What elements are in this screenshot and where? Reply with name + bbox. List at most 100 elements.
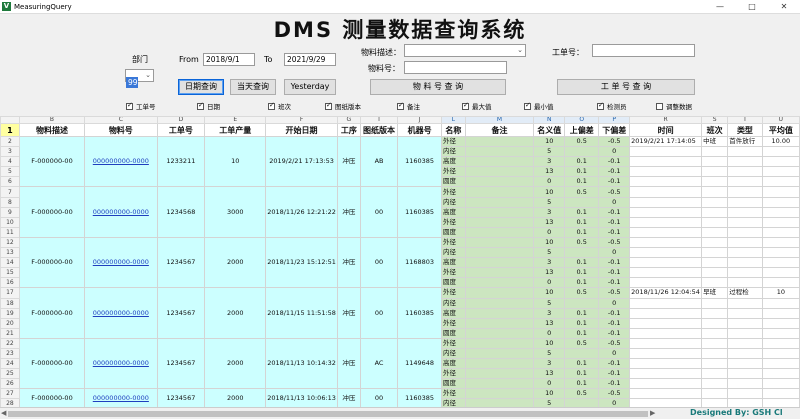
cell-avg (761, 358, 800, 370)
cell-type (727, 146, 763, 158)
cell-shift (701, 156, 729, 168)
cell-upper: 0.1 (564, 327, 600, 339)
scroll-right-icon[interactable]: ▶ (650, 409, 655, 417)
cell-remark (464, 247, 535, 259)
checkbox-inspector[interactable]: 检测员 (597, 101, 627, 111)
cell-nominal: 10 (533, 186, 566, 198)
to-date-input[interactable]: 2021/9/29 (284, 53, 336, 66)
cell-avg (761, 176, 800, 188)
checkbox-min[interactable]: 最小值 (524, 101, 554, 111)
cell-name: 内径 (440, 398, 466, 407)
cell-name: 高度 (440, 257, 466, 269)
cell-remark (464, 317, 535, 329)
cell-shift (701, 146, 729, 158)
cell-version: 00 (359, 236, 399, 289)
dept-select[interactable]: 99 ⌄ (125, 69, 154, 88)
cell-type (727, 368, 763, 380)
checkbox-drawing-version[interactable]: 图纸版本 (325, 101, 361, 111)
cell-name: 内径 (440, 196, 466, 208)
material-no-input[interactable] (404, 61, 507, 74)
cell-qty: 2000 (204, 236, 267, 289)
cell-material[interactable]: 000000000-0000 (84, 337, 158, 390)
scrollbar-thumb[interactable] (8, 411, 648, 417)
from-date-input[interactable]: 2018/9/1 (203, 53, 255, 66)
cell-order: 1233211 (156, 135, 206, 188)
cell-nominal: 3 (533, 257, 566, 269)
maximize-button[interactable]: □ (736, 2, 768, 11)
today-query-button[interactable]: 当天查询 (230, 79, 276, 95)
cell-avg (761, 277, 800, 289)
table-row[interactable]: 22 F-000000-00 000000000-0000 1234567 2000 20… (0, 337, 800, 390)
checkbox-date[interactable]: 日期 (197, 101, 220, 111)
cell-nominal: 10 (533, 135, 566, 148)
checkbox-label: 班次 (278, 103, 291, 111)
checkbox-max[interactable]: 最大值 (462, 101, 492, 111)
close-button[interactable]: ✕ (768, 2, 800, 11)
minimize-button[interactable]: — (704, 2, 736, 11)
column-letter: E (204, 116, 267, 124)
dept-label: 部门 (132, 55, 148, 64)
cell-upper: 0.1 (564, 277, 600, 289)
cell-name: 高度 (440, 307, 466, 319)
cell-time (629, 378, 703, 390)
table-row[interactable]: 17 F-000000-00 000000000-0000 1234567 2000 20… (0, 287, 800, 339)
material-desc-select[interactable]: ⌄ (404, 44, 526, 57)
checkbox-work-order[interactable]: 工单号 (126, 101, 156, 111)
cell-type (727, 297, 763, 309)
cell-remark (464, 186, 535, 198)
dept-value: 99 (126, 77, 138, 88)
row-number: 21 (0, 327, 20, 339)
cell-upper (564, 247, 600, 259)
cell-remark (464, 398, 535, 407)
cell-material[interactable]: 000000000-0000 (84, 135, 158, 188)
column-letter: P (598, 116, 631, 124)
data-grid[interactable]: B C D E F G I J L M N O P R S T U 1 物料描述 物料号 工单号 工单产量 开始日期 工序 图纸… (0, 116, 800, 407)
cell-upper: 0.5 (564, 337, 600, 349)
cell-remark (464, 206, 535, 218)
cell-shift (701, 378, 729, 390)
checkbox-adjust-data[interactable]: 调整数据 (656, 101, 692, 111)
cell-material[interactable]: 000000000-0000 (84, 186, 158, 238)
checkbox-remark[interactable]: 备注 (397, 101, 420, 111)
cell-start: 2018/11/13 10:14:32 (265, 337, 338, 390)
row-number: 3 (0, 146, 20, 158)
cell-type (727, 176, 763, 188)
cell-nominal: 5 (533, 247, 566, 259)
table-row[interactable]: 2 F-000000-00 000000000-0000 1233211 10 2019/… (0, 135, 800, 188)
column-header: 上偏差 (564, 123, 600, 137)
checkbox-shift[interactable]: 班次 (268, 101, 291, 111)
work-order-query-button[interactable]: 工 单 号 查 询 (557, 79, 695, 95)
cell-start: 2018/11/13 10:06:13 (265, 388, 338, 407)
table-row[interactable]: 7 F-000000-00 000000000-0000 1234568 3000 201… (0, 186, 800, 238)
cell-material[interactable]: 000000000-0000 (84, 236, 158, 289)
table-row[interactable]: 12 F-000000-00 000000000-0000 1234567 2000 20… (0, 236, 800, 289)
yesterday-button[interactable]: Yesterday (284, 79, 336, 95)
material-query-button[interactable]: 物 料 号 查 询 (370, 79, 506, 95)
cell-material[interactable]: 000000000-0000 (84, 388, 158, 407)
cell-nominal: 5 (533, 297, 566, 309)
horizontal-scrollbar[interactable]: ◀ ▶ Designed By: GSH Cl (0, 407, 800, 419)
work-order-input[interactable] (592, 44, 695, 57)
row-number: 2 (0, 135, 20, 148)
row-number: 28 (0, 398, 20, 407)
cell-time (629, 236, 703, 249)
table-row[interactable]: 27 F-000000-00 000000000-0000 1234567 2000 20… (0, 388, 800, 407)
cell-type (727, 226, 763, 238)
date-query-button[interactable]: 日期查询 (178, 79, 224, 95)
cell-type (727, 267, 763, 279)
checkbox-label: 日期 (207, 103, 220, 111)
scroll-left-icon[interactable]: ◀ (1, 409, 6, 417)
cell-time (629, 347, 703, 360)
cell-shift: 中班 (701, 135, 729, 148)
row-number: 12 (0, 236, 20, 249)
cell-upper: 0.1 (564, 206, 600, 218)
cell-time (629, 206, 703, 218)
cell-machine: 1160385 (397, 135, 442, 188)
cell-lower: -0.5 (598, 186, 631, 198)
cell-shift (701, 226, 729, 238)
cell-shift (701, 317, 729, 329)
cell-material[interactable]: 000000000-0000 (84, 287, 158, 339)
corner-cell (0, 116, 20, 124)
cell-lower: 0 (598, 398, 631, 407)
cell-type (727, 216, 763, 228)
